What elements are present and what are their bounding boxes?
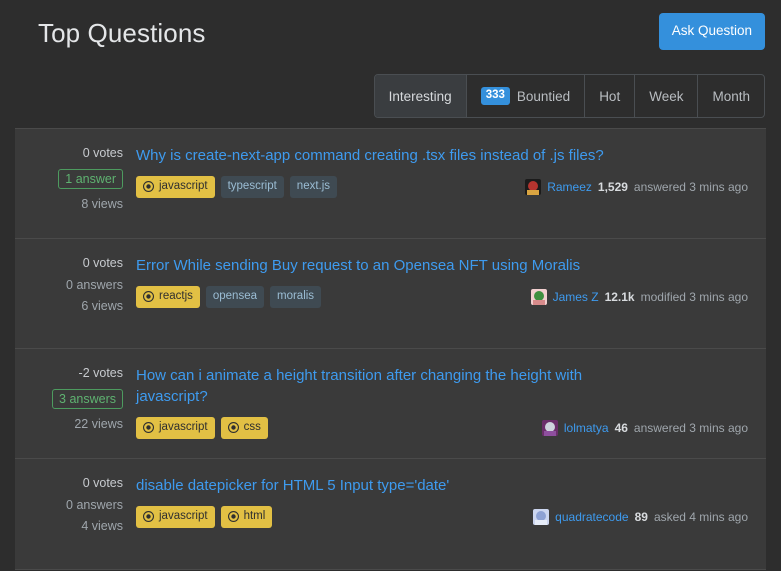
tag-label: opensea <box>212 290 257 302</box>
user-activity: James Z 12.1k modified 3 mins ago <box>530 288 748 305</box>
ask-question-button[interactable]: Ask Question <box>658 13 765 50</box>
question-title-link[interactable]: How can i animate a height transition af… <box>136 365 656 407</box>
filter-tab-bountied[interactable]: 333 Bountied <box>467 75 586 117</box>
top-questions-page: Top Questions Ask Question Interesting 33… <box>0 0 781 571</box>
question-row: -2 votes 3 answers 22 views How can i anima… <box>15 349 766 459</box>
activity-timestamp: modified 3 mins ago <box>640 289 748 304</box>
avatar <box>525 178 542 195</box>
eye-icon <box>143 422 154 434</box>
user-activity: Rameez 1,529 answered 3 mins ago <box>525 178 748 195</box>
question-row: 0 votes 1 answer 8 views Why is create-next… <box>15 129 766 239</box>
tag-opensea[interactable]: opensea <box>205 286 264 308</box>
bounty-count-badge: 333 <box>480 87 510 105</box>
vote-count: 0 votes <box>82 146 123 160</box>
view-count: 4 views <box>81 519 123 533</box>
activity-timestamp: answered 3 mins ago <box>633 179 748 194</box>
tag-label: reactjs <box>159 290 193 302</box>
user-name-link[interactable]: lolmatya <box>564 421 609 435</box>
page-title: Top Questions <box>38 18 206 48</box>
tag-label: javascript <box>159 180 208 192</box>
answer-count: 1 answer <box>58 168 123 189</box>
filter-tab-label: Interesting <box>388 88 452 104</box>
eye-icon <box>143 511 154 523</box>
activity-timestamp: answered 3 mins ago <box>633 420 748 435</box>
user-reputation: 46 <box>614 420 628 435</box>
tag-typescript[interactable]: typescript <box>220 176 284 198</box>
eye-icon <box>143 291 154 303</box>
tag-label: html <box>243 510 266 522</box>
activity-timestamp: asked 4 mins ago <box>653 509 748 524</box>
question-title-link[interactable]: disable datepicker for HTML 5 Input type… <box>136 475 449 496</box>
question-row: 0 votes 0 answers 6 views Error While sendi… <box>15 239 766 349</box>
filter-tab-hot[interactable]: Hot <box>585 75 636 117</box>
user-name-link[interactable]: Rameez <box>547 180 592 194</box>
user-reputation: 89 <box>634 509 648 524</box>
question-title-link[interactable]: Why is create-next-app command creating … <box>136 145 604 166</box>
tag-label: moralis <box>277 290 315 302</box>
questions-list: 0 votes 1 answer 8 views Why is create-next… <box>15 128 766 570</box>
user-name-link[interactable]: James Z <box>553 290 599 304</box>
avatar <box>541 419 558 436</box>
avatar <box>530 288 547 305</box>
user-reputation: 12.1k <box>604 289 635 304</box>
tag-label: javascript <box>159 421 208 433</box>
tag-label: javascript <box>159 510 208 522</box>
question-stats: 0 votes 1 answer 8 views <box>33 145 123 211</box>
question-title-link[interactable]: Error While sending Buy request to an Op… <box>136 255 580 276</box>
filter-tab-label: Month <box>712 88 750 104</box>
filter-tab-interesting[interactable]: Interesting <box>374 75 467 117</box>
tag-javascript[interactable]: javascript <box>136 417 215 439</box>
eye-icon <box>143 181 154 193</box>
question-stats: 0 votes 0 answers 4 views <box>33 475 123 533</box>
filter-tab-label: Hot <box>599 88 621 104</box>
tag-label: css <box>243 421 261 433</box>
question-stats: -2 votes 3 answers 22 views <box>33 365 123 431</box>
tag-html[interactable]: html <box>220 506 273 528</box>
question-row: 0 votes 0 answers 4 views disable datepicke… <box>15 459 766 569</box>
eye-icon <box>227 511 239 523</box>
answer-count: 0 answers <box>66 497 123 512</box>
tag-label: next.js <box>296 180 331 192</box>
user-activity: lolmatya 46 answered 3 mins ago <box>541 419 748 436</box>
tag-next-js[interactable]: next.js <box>289 176 338 198</box>
tag-javascript[interactable]: javascript <box>136 176 215 198</box>
page-header: Top Questions Ask Question <box>0 0 781 72</box>
view-count: 8 views <box>81 197 123 211</box>
filter-tab-label: Week <box>649 88 684 104</box>
question-stats: 0 votes 0 answers 6 views <box>33 255 123 313</box>
view-count: 22 views <box>74 417 123 431</box>
tag-javascript[interactable]: javascript <box>136 506 215 528</box>
answer-count: 0 answers <box>66 277 123 292</box>
user-name-link[interactable]: quadratecode <box>555 510 628 524</box>
tag-moralis[interactable]: moralis <box>270 286 322 308</box>
avatar <box>533 508 550 525</box>
question-filter-tabs[interactable]: Interesting 333 Bountied Hot Week Month <box>373 74 765 118</box>
vote-count: -2 votes <box>78 366 123 380</box>
eye-icon <box>227 422 239 434</box>
tag-css[interactable]: css <box>220 417 268 439</box>
filter-tab-week[interactable]: Week <box>635 75 699 117</box>
tag-reactjs[interactable]: reactjs <box>136 286 200 308</box>
vote-count: 0 votes <box>82 256 123 270</box>
filter-tab-label: Bountied <box>516 88 571 104</box>
user-reputation: 1,529 <box>597 179 628 194</box>
view-count: 6 views <box>81 299 123 313</box>
tag-label: typescript <box>227 180 277 192</box>
vote-count: 0 votes <box>82 476 123 490</box>
user-activity: quadratecode 89 asked 4 mins ago <box>533 508 748 525</box>
filter-tab-month[interactable]: Month <box>698 75 764 117</box>
answer-count: 3 answers <box>52 388 123 409</box>
